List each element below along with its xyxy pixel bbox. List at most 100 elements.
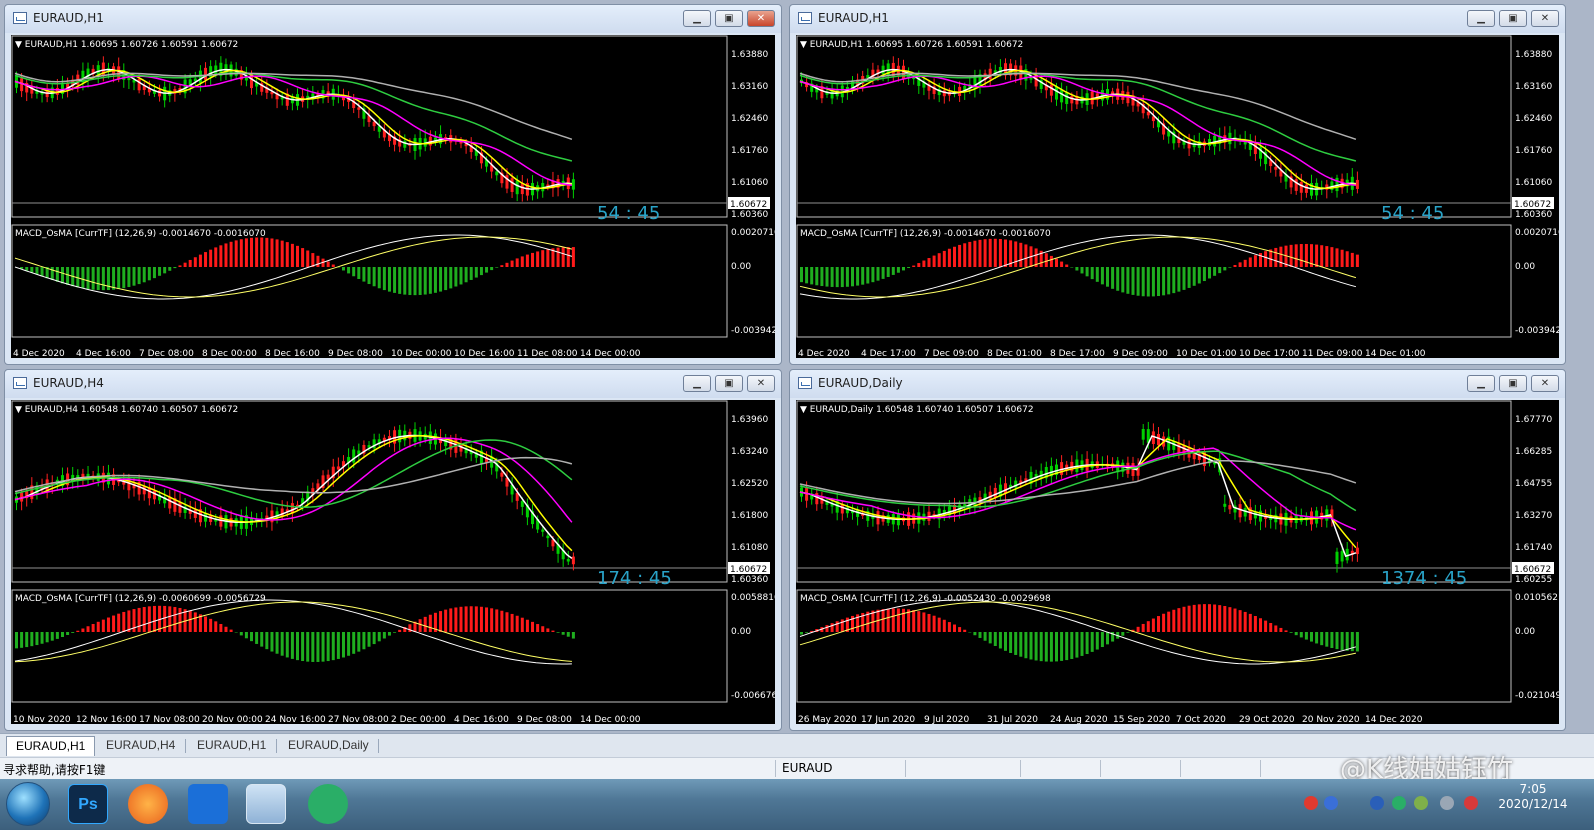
price-tick-label: 1.63880	[731, 50, 768, 60]
metatrader-icon[interactable]	[246, 784, 286, 824]
bar-countdown-label: 174 : 45	[597, 568, 672, 589]
time-axis-label: 8 Dec 16:00	[265, 349, 320, 358]
osma-histogram-bar	[1146, 621, 1150, 632]
tab-euraud-h1-2[interactable]: EURAUD,H1	[188, 736, 275, 756]
osma-histogram-bar	[1274, 247, 1278, 267]
time-axis-label: 4 Dec 16:00	[454, 715, 509, 724]
sogou-input-icon[interactable]	[1304, 796, 1318, 810]
wechat-icon[interactable]	[308, 784, 348, 824]
close-button[interactable]: ✕	[747, 375, 775, 392]
osma-histogram-bar	[474, 267, 478, 278]
volume-icon[interactable]	[1464, 796, 1478, 810]
osma-histogram-bar	[1146, 267, 1150, 297]
osma-histogram-bar	[326, 632, 330, 662]
osma-histogram-bar	[1243, 611, 1247, 632]
time-axis-label: 24 Aug 2020	[1050, 715, 1108, 724]
minimize-button[interactable]: ▁	[683, 375, 711, 392]
chart-window-euraud-h1-left[interactable]: EURAUD,H1 ▁ ▣ ✕ ▼ EURAUD,H1 1.60695 1.60…	[4, 4, 782, 365]
help-icon[interactable]	[1324, 796, 1338, 810]
photoshop-icon[interactable]: Ps	[68, 784, 108, 824]
osma-histogram-bar	[347, 267, 351, 274]
network-icon[interactable]	[1414, 796, 1428, 810]
signal-icon[interactable]	[1440, 796, 1454, 810]
minimize-button[interactable]: ▁	[1467, 375, 1495, 392]
osma-histogram-bar	[147, 606, 151, 632]
osma-histogram-bar	[204, 252, 208, 267]
minimize-button[interactable]: ▁	[683, 10, 711, 27]
close-button[interactable]: ✕	[747, 10, 775, 27]
start-button[interactable]	[6, 782, 50, 826]
osma-histogram-bar	[464, 267, 468, 283]
time-axis-label: 27 Nov 08:00	[328, 715, 389, 724]
osma-histogram-bar	[1345, 632, 1349, 651]
osma-histogram-bar	[1325, 246, 1329, 267]
bar-countdown-label: 54 : 45	[597, 203, 660, 224]
restore-button[interactable]: ▣	[1499, 10, 1527, 27]
app-mountain-icon[interactable]	[188, 784, 228, 824]
osma-histogram-bar	[830, 267, 834, 287]
chart-svg[interactable]: ▼ EURAUD,H4 1.60548 1.60740 1.60507 1.60…	[11, 400, 775, 724]
chart-area[interactable]: ▼ EURAUD,H4 1.60548 1.60740 1.60507 1.60…	[11, 400, 775, 724]
time-axis-label: 9 Jul 2020	[924, 715, 969, 724]
window-titlebar[interactable]: EURAUD,H4 ▁ ▣ ✕	[5, 370, 781, 398]
price-tick-label: 1.64755	[1515, 479, 1552, 489]
candle-body	[1141, 429, 1145, 440]
chart-area[interactable]: ▼ EURAUD,H1 1.60695 1.60726 1.60591 1.60…	[11, 35, 775, 358]
osma-histogram-bar	[525, 619, 529, 632]
osma-histogram-bar	[290, 243, 294, 267]
osma-histogram-bar	[296, 632, 299, 661]
osma-histogram-bar	[1024, 632, 1028, 659]
osma-histogram-bar	[1167, 611, 1171, 632]
window-titlebar[interactable]: EURAUD,H1 ▁ ▣ ✕	[5, 5, 781, 33]
time-axis-label: 8 Dec 01:00	[987, 349, 1042, 358]
candle-body	[1070, 96, 1074, 104]
osma-histogram-bar	[1075, 632, 1079, 658]
wechat-tray-icon[interactable]	[1392, 796, 1406, 810]
chart-window-euraud-daily[interactable]: EURAUD,Daily ▁ ▣ ✕ ▼ EURAUD,Daily 1.6054…	[789, 369, 1566, 731]
osma-histogram-bar	[1330, 247, 1334, 267]
tab-euraud-h1[interactable]: EURAUD,H1	[6, 736, 96, 756]
chart-window-euraud-h1-right[interactable]: EURAUD,H1 ▁ ▣ ✕ ▼ EURAUD,H1 1.60695 1.60…	[789, 4, 1566, 365]
osma-histogram-bar	[341, 267, 345, 271]
close-button[interactable]: ✕	[1531, 10, 1559, 27]
chart-svg[interactable]: ▼ EURAUD,H1 1.60695 1.60726 1.60591 1.60…	[796, 35, 1559, 358]
restore-button[interactable]: ▣	[715, 10, 743, 27]
candle-body	[1228, 505, 1232, 510]
clock-date: 2020/12/14	[1498, 797, 1568, 811]
time-axis-label: 11 Dec 08:00	[517, 349, 578, 358]
minimize-button[interactable]: ▁	[1467, 10, 1495, 27]
osma-histogram-bar	[1080, 632, 1084, 656]
window-titlebar[interactable]: EURAUD,H1 ▁ ▣ ✕	[790, 5, 1565, 33]
media-player-icon[interactable]	[128, 784, 168, 824]
chart-svg[interactable]: ▼ EURAUD,Daily 1.60548 1.60740 1.60507 1…	[796, 400, 1559, 724]
osma-histogram-bar	[377, 267, 381, 289]
price-tick-label: 1.61760	[1515, 146, 1552, 156]
tab-euraud-h4[interactable]: EURAUD,H4	[97, 736, 184, 756]
tab-euraud-daily[interactable]: EURAUD,Daily	[279, 736, 378, 756]
osma-histogram-bar	[1070, 267, 1074, 268]
osma-histogram-bar	[551, 630, 555, 632]
window-titlebar[interactable]: EURAUD,Daily ▁ ▣ ✕	[790, 370, 1565, 398]
chart-area[interactable]: ▼ EURAUD,Daily 1.60548 1.60740 1.60507 1…	[796, 400, 1559, 724]
osma-histogram-bar	[856, 267, 860, 286]
time-axis-label: 10 Dec 00:00	[391, 349, 452, 358]
bar-countdown-label: 54 : 45	[1381, 203, 1444, 224]
osma-histogram-bar	[357, 267, 361, 279]
tray-clock[interactable]: 7:05 2020/12/14	[1488, 782, 1578, 812]
restore-button[interactable]: ▣	[715, 375, 743, 392]
time-axis-label: 4 Dec 2020	[798, 349, 850, 358]
osma-histogram-bar	[845, 267, 849, 287]
candle-body	[973, 77, 977, 90]
osma-histogram-bar	[1294, 632, 1298, 636]
osma-histogram-bar	[520, 256, 524, 267]
osma-histogram-bar	[239, 632, 243, 636]
restore-button[interactable]: ▣	[1499, 375, 1527, 392]
osma-histogram-bar	[1325, 632, 1329, 647]
chart-svg[interactable]: ▼ EURAUD,H1 1.60695 1.60726 1.60591 1.60…	[11, 35, 775, 358]
chart-window-euraud-h4[interactable]: EURAUD,H4 ▁ ▣ ✕ ▼ EURAUD,H4 1.60548 1.60…	[4, 369, 782, 731]
security-shield-icon[interactable]	[1370, 796, 1384, 810]
time-axis-label: 9 Dec 09:00	[1113, 349, 1168, 358]
osma-histogram-bar	[1049, 632, 1053, 662]
chart-area[interactable]: ▼ EURAUD,H1 1.60695 1.60726 1.60591 1.60…	[796, 35, 1559, 358]
close-button[interactable]: ✕	[1531, 375, 1559, 392]
